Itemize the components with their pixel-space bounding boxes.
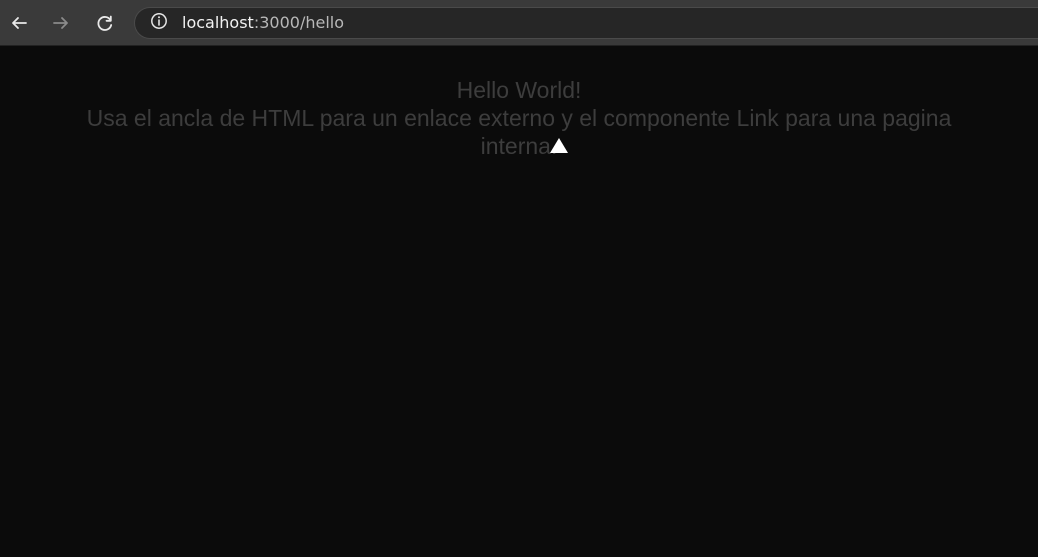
url-host: localhost <box>182 13 254 32</box>
page-title: Hello World! <box>456 77 582 103</box>
reload-button[interactable] <box>92 10 118 36</box>
arrow-right-icon <box>51 13 71 33</box>
back-button[interactable] <box>6 10 32 36</box>
forward-button[interactable] <box>48 10 74 36</box>
url-text[interactable]: localhost:3000/hello <box>182 7 344 39</box>
web-page: Hello World! Usa el ancla de HTML para u… <box>0 46 1038 557</box>
reload-icon <box>95 13 115 33</box>
page-description: Usa el ancla de HTML para un enlace exte… <box>86 105 952 159</box>
page-content: Hello World! Usa el ancla de HTML para u… <box>60 76 978 160</box>
arrow-left-icon <box>9 13 29 33</box>
site-info-button[interactable] <box>143 7 175 39</box>
url-path: :3000/hello <box>253 13 344 32</box>
info-circle-icon <box>150 12 168 35</box>
address-bar[interactable]: localhost:3000/hello <box>134 7 1038 39</box>
triangle-up-icon <box>550 138 568 153</box>
browser-toolbar: localhost:3000/hello <box>0 0 1038 46</box>
